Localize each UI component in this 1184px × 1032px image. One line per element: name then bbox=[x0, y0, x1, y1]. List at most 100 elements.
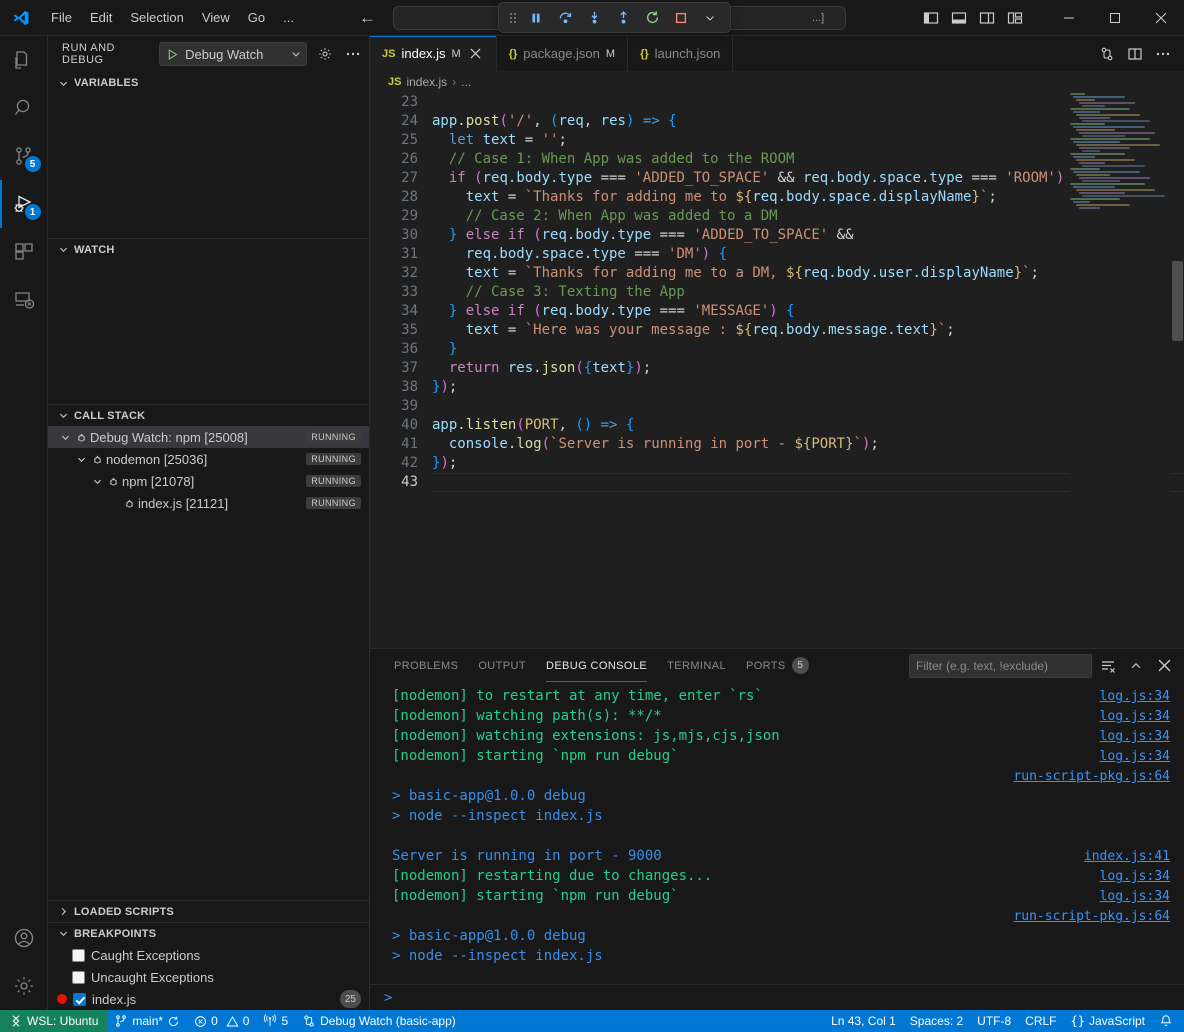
menu-view[interactable]: View bbox=[193, 6, 239, 29]
split-editor-icon[interactable] bbox=[1122, 41, 1148, 67]
indentation-setting[interactable]: Spaces: 2 bbox=[903, 1010, 970, 1032]
code-line[interactable] bbox=[432, 93, 1184, 112]
line-number[interactable]: 35⋮ bbox=[370, 321, 418, 340]
line-number[interactable]: 36 bbox=[370, 340, 418, 359]
drag-grip-icon[interactable] bbox=[506, 11, 520, 25]
line-number[interactable]: 37 bbox=[370, 359, 418, 378]
editor-scrollbar[interactable] bbox=[1170, 93, 1184, 648]
code-editor[interactable]: 23242526272829303132333435⋮3637383940414… bbox=[370, 93, 1184, 648]
code-line[interactable]: let text = ''; bbox=[432, 131, 1184, 150]
sidebar-item-remote-explorer[interactable] bbox=[0, 276, 48, 324]
code-line[interactable]: } else if (req.body.type === 'ADDED_TO_S… bbox=[432, 226, 1184, 245]
breakpoint-row[interactable]: Caught Exceptions bbox=[48, 944, 369, 966]
chevron-down-icon[interactable] bbox=[74, 454, 88, 465]
sidebar-item-explorer[interactable] bbox=[0, 36, 48, 84]
step-over-button[interactable] bbox=[552, 6, 578, 30]
sidebar-item-search[interactable] bbox=[0, 84, 48, 132]
ellipsis-icon[interactable] bbox=[1150, 41, 1176, 67]
chevron-down-icon[interactable] bbox=[290, 48, 302, 60]
console-source-link[interactable]: log.js:34 bbox=[1100, 707, 1170, 727]
loaded-scripts-section-header[interactable]: LOADED SCRIPTS bbox=[48, 900, 369, 922]
language-mode[interactable]: {} JavaScript bbox=[1064, 1010, 1152, 1032]
code-line[interactable]: } bbox=[432, 340, 1184, 359]
call-stack-section-header[interactable]: CALL STACK bbox=[48, 404, 369, 426]
console-source-link[interactable]: log.js:34 bbox=[1100, 887, 1170, 907]
stop-button[interactable] bbox=[668, 6, 694, 30]
line-number[interactable]: 28 bbox=[370, 188, 418, 207]
console-source-link[interactable]: run-script-pkg.js:64 bbox=[1013, 907, 1170, 927]
call-stack-row[interactable]: Debug Watch: npm [25008] RUNNING bbox=[48, 426, 369, 448]
breakpoint-row[interactable]: index.js 25 bbox=[48, 988, 369, 1010]
watch-section-header[interactable]: WATCH bbox=[48, 238, 369, 260]
debug-console-input[interactable]: > bbox=[370, 984, 1184, 1010]
line-number[interactable]: 31 bbox=[370, 245, 418, 264]
breakpoint-row[interactable]: Uncaught Exceptions bbox=[48, 966, 369, 988]
breakpoint-checkbox[interactable] bbox=[73, 993, 86, 1006]
tab-debug-console[interactable]: DEBUG CONSOLE bbox=[536, 649, 657, 682]
chevron-down-icon[interactable] bbox=[90, 476, 104, 487]
editor-tab-launch-json[interactable]: {} launch.json bbox=[628, 36, 733, 71]
console-source-link[interactable]: index.js:41 bbox=[1084, 847, 1170, 867]
breakpoint-checkbox[interactable] bbox=[72, 971, 85, 984]
line-number[interactable]: 43 bbox=[370, 473, 418, 492]
close-panel-button[interactable] bbox=[1152, 654, 1176, 678]
editor-tab-index-js[interactable]: JS index.js M bbox=[370, 36, 497, 71]
ports-indicator[interactable]: 5 bbox=[256, 1010, 295, 1032]
debug-console-output[interactable]: [nodemon] to restart at any time, enter … bbox=[370, 682, 1184, 984]
line-number[interactable]: 38 bbox=[370, 378, 418, 397]
breakpoints-section-header[interactable]: BREAKPOINTS bbox=[48, 922, 369, 944]
encoding-setting[interactable]: UTF-8 bbox=[970, 1010, 1018, 1032]
code-line[interactable]: if (req.body.type === 'ADDED_TO_SPACE' &… bbox=[432, 169, 1184, 188]
call-stack-row[interactable]: nodemon [25036] RUNNING bbox=[48, 448, 369, 470]
console-source-link[interactable]: log.js:34 bbox=[1100, 747, 1170, 767]
clear-all-icon[interactable] bbox=[1096, 654, 1120, 678]
remote-indicator[interactable]: WSL: Ubuntu bbox=[0, 1010, 107, 1032]
tab-output[interactable]: OUTPUT bbox=[468, 649, 536, 682]
line-number[interactable]: 27 bbox=[370, 169, 418, 188]
tab-problems[interactable]: PROBLEMS bbox=[384, 649, 468, 682]
code-line[interactable]: text = `Thanks for adding me to a DM, ${… bbox=[432, 264, 1184, 283]
breadcrumb-symbol[interactable]: ... bbox=[461, 75, 471, 89]
layout-customize-icon[interactable] bbox=[1002, 5, 1028, 31]
line-number[interactable]: 34 bbox=[370, 302, 418, 321]
code-line[interactable]: req.body.space.type === 'DM') { bbox=[432, 245, 1184, 264]
breakpoint-checkbox[interactable] bbox=[72, 949, 85, 962]
code-line[interactable] bbox=[432, 473, 1184, 492]
code-line[interactable]: }); bbox=[432, 378, 1184, 397]
line-number[interactable]: 30 bbox=[370, 226, 418, 245]
console-source-link[interactable]: log.js:34 bbox=[1100, 687, 1170, 707]
step-into-button[interactable] bbox=[581, 6, 607, 30]
line-number-gutter[interactable]: 23242526272829303132333435⋮3637383940414… bbox=[370, 93, 432, 492]
menu-file[interactable]: File bbox=[42, 6, 81, 29]
code-line[interactable]: console.log(`Server is running in port -… bbox=[432, 435, 1184, 454]
debug-alt-icon[interactable] bbox=[1094, 41, 1120, 67]
line-number[interactable]: 40 bbox=[370, 416, 418, 435]
code-line[interactable] bbox=[432, 397, 1184, 416]
editor-scrollbar-thumb[interactable] bbox=[1172, 261, 1183, 341]
breadcrumb-file[interactable]: index.js bbox=[406, 75, 447, 89]
layout-sidebar-right-icon[interactable] bbox=[974, 5, 1000, 31]
line-number[interactable]: 42 bbox=[370, 454, 418, 473]
gear-icon[interactable] bbox=[0, 962, 48, 1010]
restart-button[interactable] bbox=[639, 6, 665, 30]
line-number[interactable]: 26 bbox=[370, 150, 418, 169]
code-line[interactable]: app.post('/', (req, res) => { bbox=[432, 112, 1184, 131]
source-control-branch[interactable]: main* bbox=[107, 1010, 187, 1032]
chevron-down-icon[interactable] bbox=[697, 6, 723, 30]
maximize-window-button[interactable] bbox=[1092, 0, 1138, 36]
console-source-link[interactable]: run-script-pkg.js:64 bbox=[1013, 767, 1170, 787]
line-number[interactable]: 33 bbox=[370, 283, 418, 302]
line-number[interactable]: 29 bbox=[370, 207, 418, 226]
problems-indicator[interactable]: 0 0 bbox=[187, 1010, 256, 1032]
tab-ports[interactable]: PORTS 5 bbox=[736, 649, 819, 682]
line-number[interactable]: 24 bbox=[370, 112, 418, 131]
code-line[interactable]: // Case 1: When App was added to the ROO… bbox=[432, 150, 1184, 169]
line-number[interactable]: 25 bbox=[370, 131, 418, 150]
layout-sidebar-left-icon[interactable] bbox=[918, 5, 944, 31]
tab-terminal[interactable]: TERMINAL bbox=[657, 649, 736, 682]
accounts-button[interactable] bbox=[0, 914, 48, 962]
menu-go[interactable]: Go bbox=[239, 6, 274, 29]
console-source-link[interactable]: log.js:34 bbox=[1100, 727, 1170, 747]
ellipsis-icon[interactable] bbox=[343, 43, 363, 65]
close-icon[interactable] bbox=[467, 45, 484, 62]
